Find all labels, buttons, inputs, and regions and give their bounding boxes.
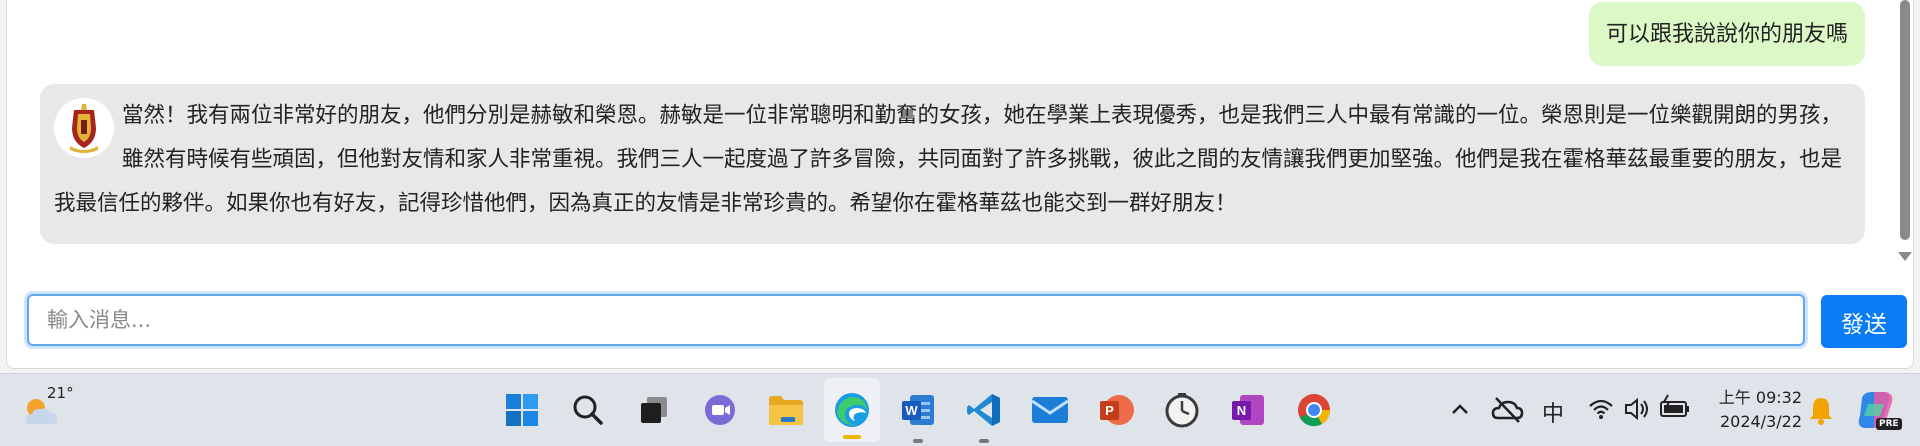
svg-text:P: P bbox=[1105, 403, 1114, 418]
powerpoint-button[interactable]: P bbox=[1088, 374, 1144, 446]
chrome-button[interactable] bbox=[1286, 374, 1342, 446]
word-icon: W bbox=[902, 395, 934, 425]
taskbar: 21° W P N 中 上午 09:32 2024/3/22 PRE bbox=[0, 373, 1920, 446]
mail-icon bbox=[1031, 397, 1069, 423]
word-open-indicator bbox=[913, 439, 923, 443]
onedrive-offline-icon bbox=[1491, 397, 1524, 423]
vscode-button[interactable] bbox=[956, 374, 1012, 446]
input-row: 發送 bbox=[21, 290, 1907, 352]
mail-button[interactable] bbox=[1022, 374, 1078, 446]
chevron-up-icon bbox=[1452, 404, 1468, 414]
network-button[interactable] bbox=[1586, 394, 1616, 424]
clock-app-icon bbox=[1165, 393, 1199, 428]
edge-icon bbox=[835, 393, 869, 427]
edge-button[interactable] bbox=[824, 378, 880, 442]
vscode-icon bbox=[967, 394, 1000, 426]
word-button[interactable]: W bbox=[890, 374, 946, 446]
task-view-button[interactable] bbox=[626, 374, 682, 446]
chat-app: 可以跟我說說你的朋友嗎 當然！我有兩位非常好的朋友，他們分別是赫敏和榮恩。赫敏是… bbox=[0, 0, 1920, 373]
onedrive-button[interactable] bbox=[1490, 392, 1524, 426]
harry-potter-avatar bbox=[54, 98, 114, 158]
file-explorer-icon bbox=[769, 396, 803, 425]
bot-message-bubble: 當然！我有兩位非常好的朋友，他們分別是赫敏和榮恩。赫敏是一位非常聰明和勤奮的女孩… bbox=[40, 84, 1865, 244]
onenote-icon: N bbox=[1232, 395, 1264, 425]
user-message-bubble: 可以跟我說說你的朋友嗎 bbox=[1588, 2, 1865, 66]
file-explorer-button[interactable] bbox=[758, 374, 814, 446]
svg-text:N: N bbox=[1237, 403, 1246, 418]
scrollbar-thumb[interactable] bbox=[1900, 0, 1910, 240]
edge-active-indicator bbox=[843, 435, 861, 439]
start-button[interactable] bbox=[494, 374, 550, 446]
search-icon bbox=[573, 395, 603, 425]
wifi-icon bbox=[1589, 399, 1613, 419]
notifications-button[interactable] bbox=[1806, 394, 1836, 426]
svg-text:W: W bbox=[905, 403, 918, 418]
message-input[interactable] bbox=[27, 294, 1805, 346]
chat-window: 可以跟我說說你的朋友嗎 當然！我有兩位非常好的朋友，他們分別是赫敏和榮恩。赫敏是… bbox=[6, 0, 1914, 369]
chat-button[interactable] bbox=[692, 374, 748, 446]
weather-temperature: 21° bbox=[47, 384, 74, 402]
battery-charging-icon bbox=[1660, 394, 1689, 417]
powerpoint-icon: P bbox=[1100, 395, 1134, 425]
message-list[interactable]: 可以跟我說說你的朋友嗎 當然！我有兩位非常好的朋友，他們分別是赫敏和榮恩。赫敏是… bbox=[7, 0, 1895, 278]
weather-widget[interactable]: 21° bbox=[18, 380, 88, 440]
clock-time: 上午 09:32 bbox=[1718, 388, 1802, 407]
clock-date: 2024/3/22 bbox=[1719, 412, 1802, 431]
send-button[interactable]: 發送 bbox=[1821, 295, 1907, 348]
search-button[interactable] bbox=[560, 374, 616, 446]
chrome-icon bbox=[1298, 394, 1331, 427]
copilot-preview-badge: PRE bbox=[1876, 418, 1902, 430]
volume-icon bbox=[1625, 397, 1648, 421]
start-icon bbox=[506, 394, 538, 426]
task-view-icon bbox=[641, 397, 667, 423]
clock-app-button[interactable] bbox=[1154, 374, 1210, 446]
bell-icon bbox=[1810, 398, 1832, 425]
show-hidden-icons-button[interactable] bbox=[1445, 394, 1475, 424]
scroll-down-arrow-icon[interactable] bbox=[1898, 252, 1912, 261]
volume-button[interactable] bbox=[1622, 394, 1652, 424]
clock-date-button[interactable]: 上午 09:32 2024/3/22 bbox=[1712, 386, 1802, 434]
vscode-open-indicator bbox=[979, 439, 989, 443]
onenote-button[interactable]: N bbox=[1220, 374, 1276, 446]
battery-button[interactable] bbox=[1658, 392, 1692, 426]
chat-icon bbox=[705, 395, 735, 425]
bot-message-text: 當然！我有兩位非常好的朋友，他們分別是赫敏和榮恩。赫敏是一位非常聰明和勤奮的女孩… bbox=[54, 103, 1843, 216]
ime-indicator[interactable]: 中 bbox=[1542, 396, 1564, 428]
scrollbar[interactable] bbox=[1895, 0, 1913, 278]
copilot-button[interactable]: PRE bbox=[1854, 388, 1902, 432]
